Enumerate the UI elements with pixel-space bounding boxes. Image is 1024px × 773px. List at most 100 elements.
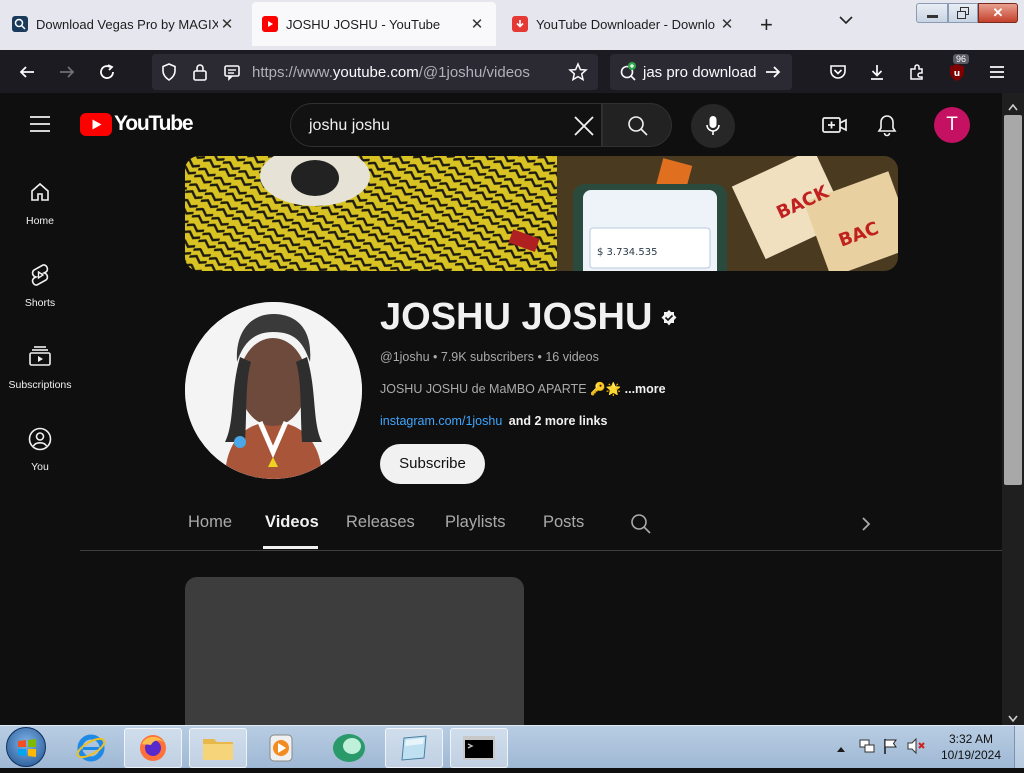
clock[interactable]: 3:32 AM 10/19/2024 [930,731,1012,763]
show-desktop-button[interactable] [1014,726,1024,768]
sidebar-item-label: You [31,461,49,473]
tab-title: JOSHU JOSHU - YouTube [286,16,441,32]
sidebar-item-shorts[interactable]: Shorts [0,263,80,309]
more-links[interactable]: and 2 more links [509,414,608,428]
close-tab-icon[interactable]: ✕ [468,15,486,33]
ublock-icon[interactable]: u 96 [945,54,970,84]
tab-youtube-downloader[interactable]: YouTube Downloader - Downlo ✕ [502,2,746,46]
youtube-logo[interactable]: YouTube [80,112,194,136]
youtube-search-box[interactable]: joshu joshu [290,103,602,147]
downloads-icon[interactable] [865,60,889,84]
close-tab-icon[interactable]: ✕ [218,15,236,33]
start-button[interactable] [6,727,46,767]
pocket-icon[interactable] [826,60,850,84]
extension-badge: 96 [953,54,970,64]
restore-button[interactable] [948,3,978,23]
action-center-flag-icon[interactable] [882,737,900,760]
windows-taskbar: 3:32 AM 10/19/2024 [0,725,1024,768]
channel-title-row: JOSHU JOSHU [380,296,678,339]
tab-home[interactable]: Home [188,513,232,532]
tab-playlists[interactable]: Playlists [445,513,506,532]
microphone-icon [705,115,721,142]
channel-name: JOSHU JOSHU [380,296,653,338]
tab-title: Download Vegas Pro by MAGIX [36,16,218,32]
create-video-icon[interactable] [822,114,848,141]
volume-muted-icon[interactable] [906,737,926,760]
permissions-icon[interactable] [223,63,241,86]
bookmark-star-icon[interactable] [568,62,588,87]
youtube-page: YouTube joshu joshu T Home Shorts Subscr… [0,93,1002,725]
chevron-right-icon[interactable] [860,516,872,537]
home-icon [0,181,80,207]
guide-menu-icon[interactable] [29,115,51,138]
channel-description[interactable]: JOSHU JOSHU de MaMBO APARTE 🔑🌟 ...more [380,382,666,397]
address-bar[interactable]: https://www.youtube.com/@1joshu/videos [152,54,598,90]
tab-releases[interactable]: Releases [346,513,415,532]
tracking-shield-icon[interactable] [161,63,177,86]
voice-search-button[interactable] [691,104,735,148]
sidebar-item-label: Shorts [24,297,56,309]
lock-icon[interactable] [192,63,208,86]
scrollbar-thumb[interactable] [1004,115,1022,485]
subscriptions-icon [0,345,80,371]
search-engine-icon[interactable] [618,61,640,88]
network-tray-icon[interactable] [858,737,876,760]
account-avatar[interactable]: T [934,107,970,143]
file-explorer-taskbar-icon[interactable] [189,728,247,768]
channel-avatar[interactable] [185,302,362,479]
forward-arrow-icon[interactable] [55,60,79,84]
verified-badge-icon[interactable] [660,309,678,327]
sidebar-item-you[interactable]: You [0,427,80,473]
hamburger-menu-icon[interactable] [985,60,1009,84]
channel-meta: @1joshu • 7.9K subscribers • 16 videos [380,350,599,364]
tab-vegas-pro[interactable]: Download Vegas Pro by MAGIX ✕ [2,2,246,46]
shorts-icon [0,263,80,289]
minimize-button[interactable] [916,3,948,23]
search-text[interactable]: jas pro download [643,64,756,81]
channel-links: instagram.com/1joshu and 2 more links [380,414,607,428]
scroll-up-arrow-icon[interactable] [1008,98,1018,116]
search-icon [627,115,649,142]
close-window-button[interactable]: ✕ [978,3,1018,23]
url-text[interactable]: https://www.youtube.com/@1joshu/videos [252,64,530,81]
extensions-icon[interactable] [905,60,929,84]
tab-list-chevron-icon[interactable] [838,12,854,33]
tab-title: YouTube Downloader - Downlo [536,16,715,32]
app-taskbar-icon[interactable] [320,728,378,768]
new-tab-icon[interactable]: + [760,12,773,38]
youtube-search-button[interactable] [602,103,672,147]
clear-search-icon[interactable] [573,115,595,142]
instagram-link[interactable]: instagram.com/1joshu [380,414,502,428]
channel-handle: @1joshu [380,350,430,364]
window-taskbar-icon[interactable] [385,728,443,768]
tab-videos[interactable]: Videos [265,513,319,532]
window-controls: ✕ [916,3,1020,23]
sidebar-item-subscriptions[interactable]: Subscriptions [0,345,80,391]
media-player-taskbar-icon[interactable] [252,728,310,768]
downloader-favicon-icon [512,16,528,32]
tab-posts[interactable]: Posts [543,513,584,532]
internet-explorer-taskbar-icon[interactable] [62,728,120,768]
sidebar-item-label: Subscriptions [8,379,72,391]
firefox-taskbar-icon[interactable] [124,728,182,768]
close-tab-icon[interactable]: ✕ [718,15,736,33]
back-arrow-icon[interactable] [15,60,39,84]
go-arrow-icon[interactable] [764,63,782,86]
tab-youtube[interactable]: JOSHU JOSHU - YouTube ✕ [252,2,496,46]
sidebar-item-home[interactable]: Home [0,181,80,227]
command-prompt-taskbar-icon[interactable] [450,728,508,768]
search-bar[interactable]: jas pro download [610,54,792,90]
sidebar-item-label: Home [25,215,54,227]
svg-text:u: u [954,69,960,79]
notifications-bell-icon[interactable] [876,113,898,142]
magnifier-favicon-icon [12,16,28,32]
reload-icon[interactable] [95,60,119,84]
youtube-search-input[interactable]: joshu joshu [309,117,390,135]
video-thumbnail-placeholder[interactable] [185,577,524,725]
more-link[interactable]: ...more [625,382,666,396]
channel-search-icon[interactable] [630,513,652,540]
page-scrollbar[interactable] [1002,93,1024,725]
show-hidden-icons-arrow-icon[interactable] [836,740,846,758]
channel-banner: BACK BAC $ 3.734.535 [185,156,898,271]
subscribe-button[interactable]: Subscribe [380,444,485,484]
